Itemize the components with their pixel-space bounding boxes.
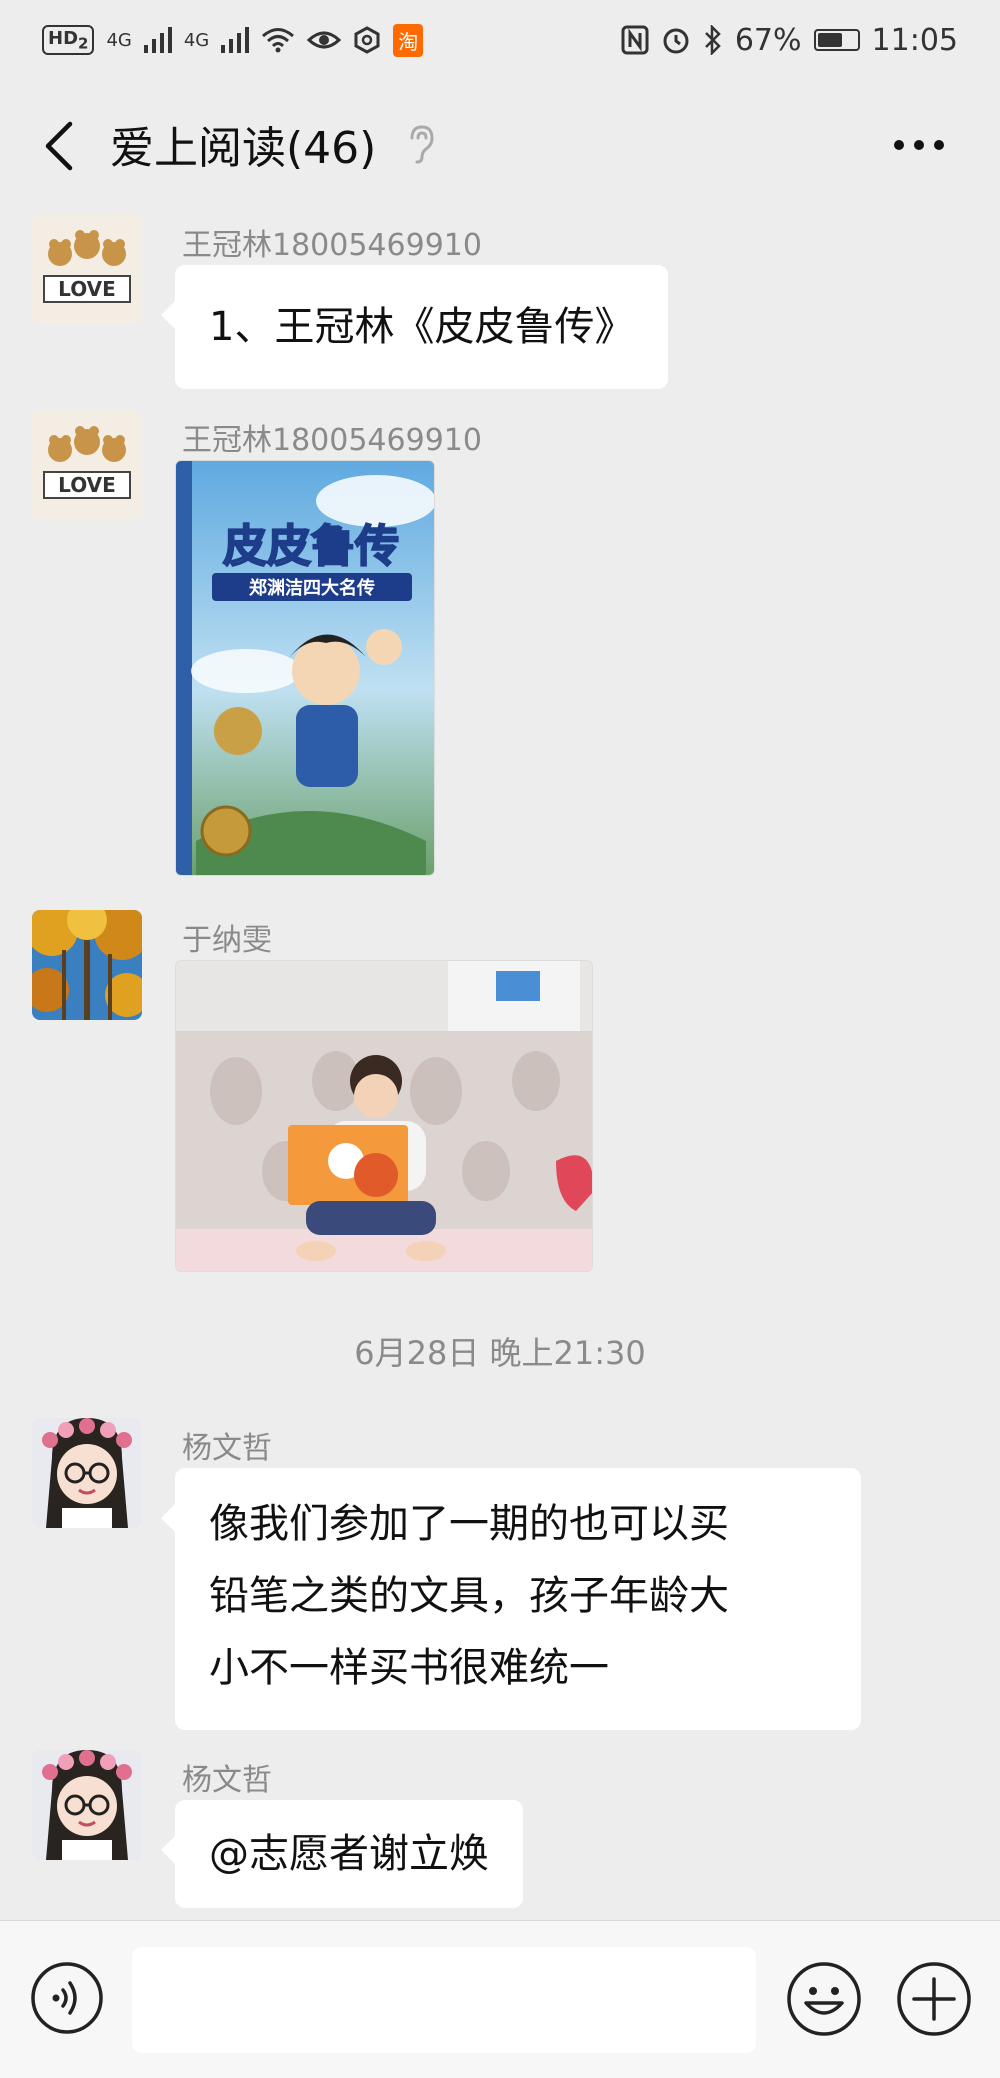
taobao-icon: 淘 — [393, 23, 424, 57]
avatar[interactable] — [32, 1750, 142, 1860]
svg-text:LOVE: LOVE — [58, 473, 116, 497]
sender-name: 王冠林18005469910 — [182, 228, 482, 263]
clock: 11:05 — [871, 22, 958, 58]
bluetooth-icon — [704, 25, 721, 55]
hd-indicator: HD2 — [42, 24, 95, 56]
network-indicator-2: 4G — [183, 29, 210, 51]
message-text: 1、王冠林《皮皮鲁传》 — [209, 304, 635, 350]
network-indicator-1: 4G — [106, 29, 132, 51]
avatar[interactable] — [32, 910, 142, 1020]
message-line: 小不一样买书很难统一 — [209, 1645, 609, 1691]
sender-name: 于纳雯 — [182, 923, 272, 958]
eye-icon — [307, 31, 342, 49]
chat-title: 爱上阅读(46) — [110, 123, 377, 174]
autumn-trees-image — [32, 910, 142, 1020]
battery-fill — [817, 33, 842, 47]
alarm-icon — [663, 28, 689, 54]
avatar[interactable]: LOVE — [32, 410, 142, 520]
child-reading-photo[interactable] — [175, 960, 593, 1272]
message-bubble[interactable]: 像我们参加了一期的也可以买 铅笔之类的文具，孩子年龄大 小不一样买书很难统一 — [161, 1468, 861, 1730]
girl-flower-crown-image — [32, 1418, 142, 1528]
message-bubble[interactable]: 1、王冠林《皮皮鲁传》 — [160, 265, 669, 389]
sender-name: 杨文哲 — [182, 1763, 272, 1798]
girl-flower-crown-image — [32, 1750, 142, 1860]
nfc-icon — [621, 25, 649, 55]
teddy-bear-love-image: LOVE — [32, 214, 142, 324]
message-line: 铅笔之类的文具，孩子年龄大 — [209, 1573, 729, 1619]
signal-icon — [143, 27, 172, 53]
settings-hex-icon — [354, 26, 380, 54]
message-text: @志愿者谢立焕 — [209, 1831, 489, 1877]
message-input[interactable] — [132, 1947, 756, 2053]
chat-header: 爱上阅读(46) — [0, 80, 1000, 210]
message-line: 像我们参加了一期的也可以买 — [209, 1501, 729, 1547]
status-bar: HD2 4G 4G 淘 67% 11:05 — [0, 0, 1000, 80]
sender-name: 杨文哲 — [182, 1431, 272, 1466]
book-cover-image[interactable]: 皮皮鲁传 郑渊洁四大名传 — [175, 460, 435, 876]
voice-icon[interactable] — [30, 1961, 104, 2035]
status-bar-left: HD2 4G 4G 淘 — [42, 23, 424, 57]
ear-icon — [410, 125, 434, 164]
more-icon[interactable] — [894, 130, 950, 160]
avatar[interactable]: LOVE — [32, 214, 142, 324]
signal-icon — [221, 27, 250, 53]
chevron-left-icon[interactable] — [40, 118, 80, 174]
svg-text:LOVE: LOVE — [58, 277, 116, 301]
status-bar-right: 67% 11:05 — [621, 23, 958, 58]
battery-percent: 67% — [734, 22, 802, 58]
timestamp: 6月28日 晚上21:30 — [354, 1334, 646, 1372]
emoji-icon[interactable] — [786, 1961, 862, 2037]
avatar[interactable] — [32, 1418, 142, 1528]
message-bubble[interactable]: @志愿者谢立焕 — [161, 1800, 523, 1908]
input-bar — [0, 1920, 1000, 2078]
wifi-icon — [262, 28, 295, 53]
message-list[interactable]: LOVE 王冠林18005469910 1、王冠林《皮皮鲁传》 LOVE 王冠林… — [0, 210, 1000, 1920]
battery-icon — [813, 29, 860, 51]
teddy-bear-love-image: LOVE — [32, 410, 142, 520]
book-subtitle: 郑渊洁四大名传 — [249, 577, 375, 599]
sender-name: 王冠林18005469910 — [182, 423, 482, 458]
book-title: 皮皮鲁传 — [223, 521, 399, 572]
plus-icon[interactable] — [896, 1961, 972, 2037]
